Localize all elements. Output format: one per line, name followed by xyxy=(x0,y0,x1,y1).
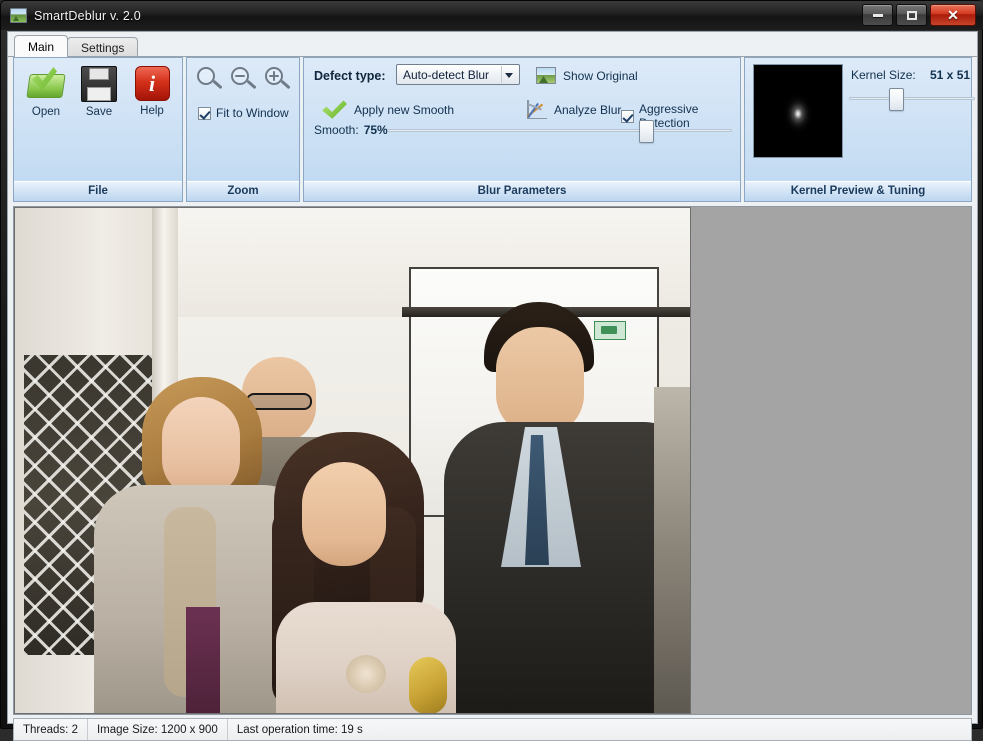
ribbon-group-zoom-caption: Zoom xyxy=(187,181,299,201)
kernel-size-value-text: 51 x 51 xyxy=(930,68,971,82)
defect-type-label: Defect type: xyxy=(314,69,386,83)
photo-thumbnail-icon xyxy=(536,67,556,84)
ribbon-group-blur-parameters: Defect type: Auto-detect Blur Show Origi… xyxy=(303,57,741,202)
image-canvas[interactable] xyxy=(13,206,972,715)
zoom-in-icon[interactable] xyxy=(263,66,293,96)
maximize-icon xyxy=(906,10,917,20)
ribbon-group-zoom-body: Fit to Window xyxy=(187,58,299,181)
close-icon: ✕ xyxy=(947,7,959,23)
window-controls: ✕ xyxy=(862,4,976,26)
maximize-button[interactable] xyxy=(896,4,927,26)
status-bar: Threads: 2 Image Size: 1200 x 900 Last o… xyxy=(13,718,972,741)
tab-settings[interactable]: Settings xyxy=(67,37,139,57)
open-button-label: Open xyxy=(31,106,61,118)
ribbon-group-file: Open Save i Help File xyxy=(13,57,183,202)
chevron-down-icon xyxy=(505,73,513,78)
help-button-label: Help xyxy=(140,105,164,117)
zoom-in-plus xyxy=(272,71,276,81)
ribbon-group-file-body: Open Save i Help xyxy=(14,58,182,181)
kernel-psf-preview xyxy=(753,64,843,158)
application-window: SmartDeblur v. 2.0 ✕ Main Settings Open … xyxy=(0,0,983,741)
ribbon-group-kernel: Kernel Size: 51 x 51 Kernel Preview & Tu… xyxy=(744,57,975,202)
apply-new-smooth-button[interactable]: Apply new Smooth xyxy=(322,99,454,121)
show-original-label: Show Original xyxy=(563,68,638,83)
zoom-out-minus xyxy=(235,74,245,77)
status-last-operation: Last operation time: 19 s xyxy=(236,723,363,736)
kernel-size-slider-track xyxy=(849,97,975,100)
zoom-actual-handle xyxy=(212,79,223,90)
analyze-blur-label: Analyze Blur xyxy=(554,103,622,117)
kernel-size-label: Kernel Size: xyxy=(851,68,916,82)
fit-to-window-checkbox-box xyxy=(198,106,211,120)
apply-new-smooth-label: Apply new Smooth xyxy=(354,103,455,117)
window-title: SmartDeblur v. 2.0 xyxy=(34,8,141,23)
tab-main[interactable]: Main xyxy=(14,35,69,57)
photo-border xyxy=(14,207,691,714)
help-button[interactable]: i Help xyxy=(126,64,178,117)
analyze-blur-button[interactable]: Analyze Blur xyxy=(526,100,621,120)
info-icon-glyph: i xyxy=(148,70,156,96)
title-bar: SmartDeblur v. 2.0 ✕ xyxy=(1,1,983,30)
app-image-icon xyxy=(10,8,27,23)
ribbon-group-blur-caption: Blur Parameters xyxy=(304,181,740,201)
save-button-label: Save xyxy=(85,106,113,118)
chart-axis-x xyxy=(527,117,547,119)
zoom-out-icon[interactable] xyxy=(229,66,259,96)
zoom-out-handle xyxy=(246,79,257,90)
save-button[interactable]: Save xyxy=(73,64,125,118)
fit-to-window-label: Fit to Window xyxy=(216,106,289,120)
open-button[interactable]: Open xyxy=(20,64,72,118)
show-original-button[interactable]: Show Original xyxy=(536,67,638,84)
smooth-slider-track xyxy=(387,129,732,132)
floppy-disk-icon xyxy=(81,66,117,102)
close-button[interactable]: ✕ xyxy=(930,4,976,26)
smooth-slider-knob[interactable] xyxy=(639,120,654,143)
open-folder-icon xyxy=(27,64,65,102)
minimize-button[interactable] xyxy=(862,4,893,26)
kernel-size-label-text: Kernel Size: xyxy=(851,68,916,82)
ribbon-group-kernel-body: Kernel Size: 51 x 51 xyxy=(745,58,975,181)
kernel-size-slider[interactable] xyxy=(849,88,975,111)
defect-type-select[interactable]: Auto-detect Blur xyxy=(396,64,520,85)
ribbon-group-kernel-caption: Kernel Preview & Tuning xyxy=(745,181,971,201)
aggressive-detection-checkbox-box xyxy=(621,109,634,123)
ribbon-group-blur-body: Defect type: Auto-detect Blur Show Origi… xyxy=(304,58,740,181)
smooth-value: 75% xyxy=(363,123,388,137)
info-icon: i xyxy=(134,66,170,101)
defect-type-divider xyxy=(501,66,502,83)
smooth-slider[interactable] xyxy=(387,120,732,143)
defect-type-value: Auto-detect Blur xyxy=(403,67,490,82)
status-threads: Threads: 2 xyxy=(14,719,88,740)
ribbon-group-file-caption: File xyxy=(14,181,182,201)
ribbon-group-zoom: Fit to Window Zoom xyxy=(186,57,300,202)
status-image-size: Image Size: 1200 x 900 xyxy=(88,719,228,740)
zoom-in-handle xyxy=(280,79,291,90)
fit-to-window-checkbox[interactable]: Fit to Window xyxy=(198,106,289,120)
chart-icon xyxy=(526,100,548,120)
client-area: Main Settings Open Save i Help File Fit … xyxy=(7,31,978,741)
smooth-label: Smooth: xyxy=(314,123,359,137)
deblurred-image[interactable] xyxy=(14,207,691,714)
ribbon-toolbar: Open Save i Help File Fit to Window Zoom… xyxy=(13,57,975,202)
tab-main-label: Main xyxy=(28,39,55,54)
smooth-label-row: Smooth: 75% xyxy=(314,123,388,137)
tab-settings-label: Settings xyxy=(81,40,125,55)
minimize-icon xyxy=(872,13,883,17)
kernel-size-value: 51 x 51 xyxy=(930,68,970,82)
zoom-actual-icon[interactable] xyxy=(195,66,225,96)
green-check-icon xyxy=(322,99,348,121)
tab-strip: Main Settings xyxy=(14,35,139,57)
kernel-size-slider-knob[interactable] xyxy=(889,88,904,111)
